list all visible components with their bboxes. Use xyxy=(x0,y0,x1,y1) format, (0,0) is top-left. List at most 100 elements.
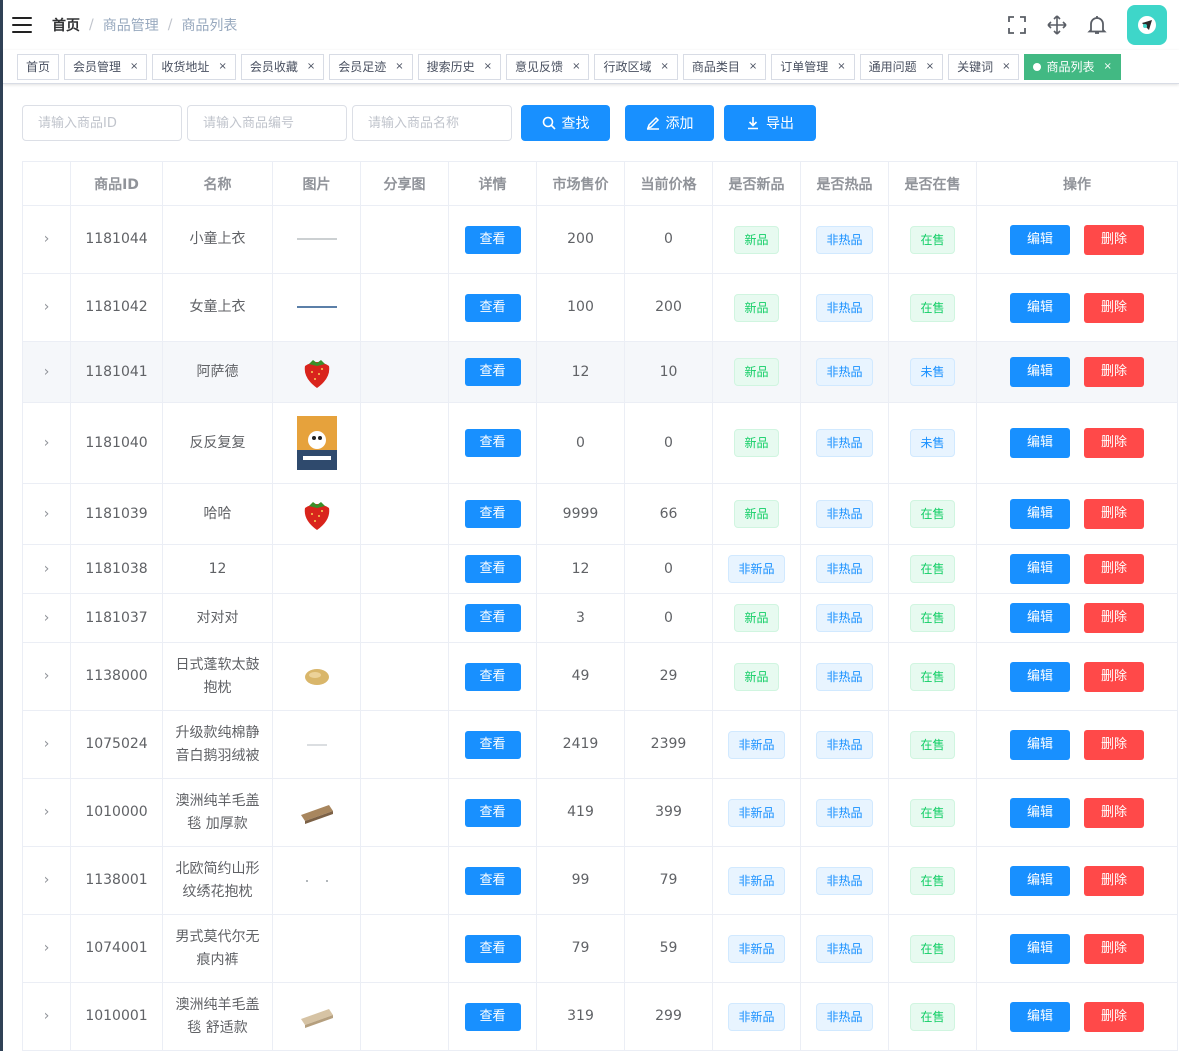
tag-item[interactable]: 搜索历史 × xyxy=(417,53,502,80)
edit-button[interactable]: 编辑 xyxy=(1010,292,1070,323)
view-detail-button[interactable]: 查看 xyxy=(464,500,521,528)
table-row[interactable]: › 1010000 澳洲纯羊毛盖毯 加厚款 查看 419 399 非新品 非热品 在售 编辑 删除 xyxy=(22,778,1178,847)
table-row[interactable]: › 1181042 女童上衣 查看 100 200 新品 非热品 在售 编辑 删除 xyxy=(22,273,1178,342)
close-icon[interactable]: × xyxy=(1002,55,1010,79)
table-row[interactable]: › 1075024 升级款纯棉静音白鹅羽绒被 查看 2419 2399 非新品 非热品 在售 编辑… xyxy=(22,710,1178,779)
expand-cell[interactable]: › xyxy=(22,402,71,484)
goods-sn-input[interactable] xyxy=(187,105,347,141)
table-row[interactable]: › 1181041 阿萨德 查看 12 10 新品 非热品 未售 编辑 删除 xyxy=(22,341,1178,403)
close-icon[interactable]: × xyxy=(660,55,668,79)
expand-cell[interactable]: › xyxy=(22,778,71,847)
tag-item[interactable]: 商品类目 × xyxy=(682,53,767,80)
expand-cell[interactable]: › xyxy=(22,273,71,342)
view-detail-button[interactable]: 查看 xyxy=(464,293,521,322)
add-button[interactable]: 添加 xyxy=(625,105,714,141)
edit-button[interactable]: 编辑 xyxy=(1010,499,1070,529)
expand-cell[interactable]: › xyxy=(22,982,71,1051)
close-icon[interactable]: × xyxy=(572,55,580,79)
table-row[interactable]: › 1181044 小童上衣 查看 200 0 新品 非热品 在售 编辑 删除 xyxy=(22,205,1178,274)
edit-button[interactable]: 编辑 xyxy=(1010,865,1070,896)
table-row[interactable]: › 1010001 澳洲纯羊毛盖毯 舒适款 查看 319 299 非新品 非热品 在售 编辑 删除 xyxy=(22,982,1178,1051)
chevron-right-icon[interactable]: › xyxy=(44,228,50,251)
chevron-right-icon[interactable]: › xyxy=(44,607,50,630)
size-icon[interactable] xyxy=(1037,0,1077,50)
expand-cell[interactable]: › xyxy=(22,483,71,545)
chevron-right-icon[interactable]: › xyxy=(44,937,50,960)
avatar[interactable] xyxy=(1127,5,1167,45)
view-detail-button[interactable]: 查看 xyxy=(464,798,521,827)
expand-cell[interactable]: › xyxy=(22,205,71,274)
table-row[interactable]: › 1138000 日式蓬软太鼓抱枕 查看 49 29 新品 非热品 在售 编辑 删除 xyxy=(22,642,1178,711)
delete-button[interactable]: 删除 xyxy=(1084,224,1144,255)
edit-button[interactable]: 编辑 xyxy=(1010,797,1070,828)
chevron-right-icon[interactable]: › xyxy=(44,733,50,756)
expand-cell[interactable]: › xyxy=(22,710,71,779)
close-icon[interactable]: × xyxy=(484,55,492,79)
edit-button[interactable]: 编辑 xyxy=(1010,933,1070,964)
close-icon[interactable]: × xyxy=(218,55,226,79)
delete-button[interactable]: 删除 xyxy=(1084,428,1144,458)
hamburger-icon[interactable] xyxy=(12,17,32,34)
goods-id-input[interactable] xyxy=(22,105,182,141)
edit-button[interactable]: 编辑 xyxy=(1010,729,1070,760)
delete-button[interactable]: 删除 xyxy=(1084,797,1144,828)
table-row[interactable]: › 1181038 12 查看 12 0 非新品 非热品 在售 编辑 删除 xyxy=(22,544,1178,594)
view-detail-button[interactable]: 查看 xyxy=(464,604,521,632)
expand-cell[interactable]: › xyxy=(22,341,71,403)
close-icon[interactable]: × xyxy=(1104,55,1112,79)
tag-item[interactable]: 会员足迹 × xyxy=(329,53,413,80)
delete-button[interactable]: 删除 xyxy=(1084,1001,1144,1032)
edit-button[interactable]: 编辑 xyxy=(1010,1001,1070,1032)
view-detail-button[interactable]: 查看 xyxy=(464,555,521,583)
chevron-right-icon[interactable]: › xyxy=(44,801,50,824)
delete-button[interactable]: 删除 xyxy=(1084,292,1144,323)
view-detail-button[interactable]: 查看 xyxy=(464,730,521,759)
edit-button[interactable]: 编辑 xyxy=(1010,224,1070,255)
chevron-right-icon[interactable]: › xyxy=(44,869,50,892)
table-row[interactable]: › 1138001 北欧简约山形纹绣花抱枕 查看 99 79 非新品 非热品 在售 编辑 删除 xyxy=(22,846,1178,915)
edit-button[interactable]: 编辑 xyxy=(1010,661,1070,692)
chevron-right-icon[interactable]: › xyxy=(44,361,50,384)
tag-item[interactable]: 关键词 × xyxy=(948,53,1020,80)
expand-cell[interactable]: › xyxy=(22,593,71,643)
chevron-right-icon[interactable]: › xyxy=(44,432,50,455)
view-detail-button[interactable]: 查看 xyxy=(464,225,521,254)
view-detail-button[interactable]: 查看 xyxy=(464,934,521,963)
chevron-right-icon[interactable]: › xyxy=(44,503,50,526)
bell-icon[interactable] xyxy=(1077,0,1117,50)
delete-button[interactable]: 删除 xyxy=(1084,933,1144,964)
view-detail-button[interactable]: 查看 xyxy=(464,866,521,895)
goods-name-input[interactable] xyxy=(352,105,512,141)
chevron-right-icon[interactable]: › xyxy=(44,1005,50,1028)
tag-item[interactable]: 通用问题 × xyxy=(859,53,944,80)
view-detail-button[interactable]: 查看 xyxy=(464,358,521,386)
delete-button[interactable]: 删除 xyxy=(1084,729,1144,760)
tag-item[interactable]: 会员收藏 × xyxy=(240,53,325,80)
delete-button[interactable]: 删除 xyxy=(1084,554,1144,584)
tag-item[interactable]: 订单管理 × xyxy=(771,53,855,80)
table-row[interactable]: › 1181039 哈哈 查看 9999 66 新品 非热品 在售 编辑 删除 xyxy=(22,483,1178,545)
view-detail-button[interactable]: 查看 xyxy=(464,429,521,457)
tag-item[interactable]: 行政区域 × xyxy=(594,53,678,80)
edit-button[interactable]: 编辑 xyxy=(1010,428,1070,458)
table-row[interactable]: › 1181037 对对对 查看 3 0 新品 非热品 在售 编辑 删除 xyxy=(22,593,1178,643)
fullscreen-icon[interactable] xyxy=(997,0,1037,50)
expand-cell[interactable]: › xyxy=(22,846,71,915)
close-icon[interactable]: × xyxy=(307,55,315,79)
tag-item[interactable]: 会员管理 × xyxy=(64,53,148,80)
tag-item[interactable]: 意见反馈 × xyxy=(506,53,590,80)
chevron-right-icon[interactable]: › xyxy=(44,558,50,581)
delete-button[interactable]: 删除 xyxy=(1084,865,1144,896)
expand-cell[interactable]: › xyxy=(22,914,71,983)
close-icon[interactable]: × xyxy=(395,55,403,79)
edit-button[interactable]: 编辑 xyxy=(1010,554,1070,584)
tag-item[interactable]: 商品列表 × xyxy=(1024,53,1121,80)
close-icon[interactable]: × xyxy=(130,55,138,79)
expand-cell[interactable]: › xyxy=(22,544,71,594)
close-icon[interactable]: × xyxy=(837,55,845,79)
tag-item[interactable]: 首页 xyxy=(17,53,60,80)
delete-button[interactable]: 删除 xyxy=(1084,603,1144,633)
delete-button[interactable]: 删除 xyxy=(1084,661,1144,692)
view-detail-button[interactable]: 查看 xyxy=(464,662,521,691)
expand-cell[interactable]: › xyxy=(22,642,71,711)
